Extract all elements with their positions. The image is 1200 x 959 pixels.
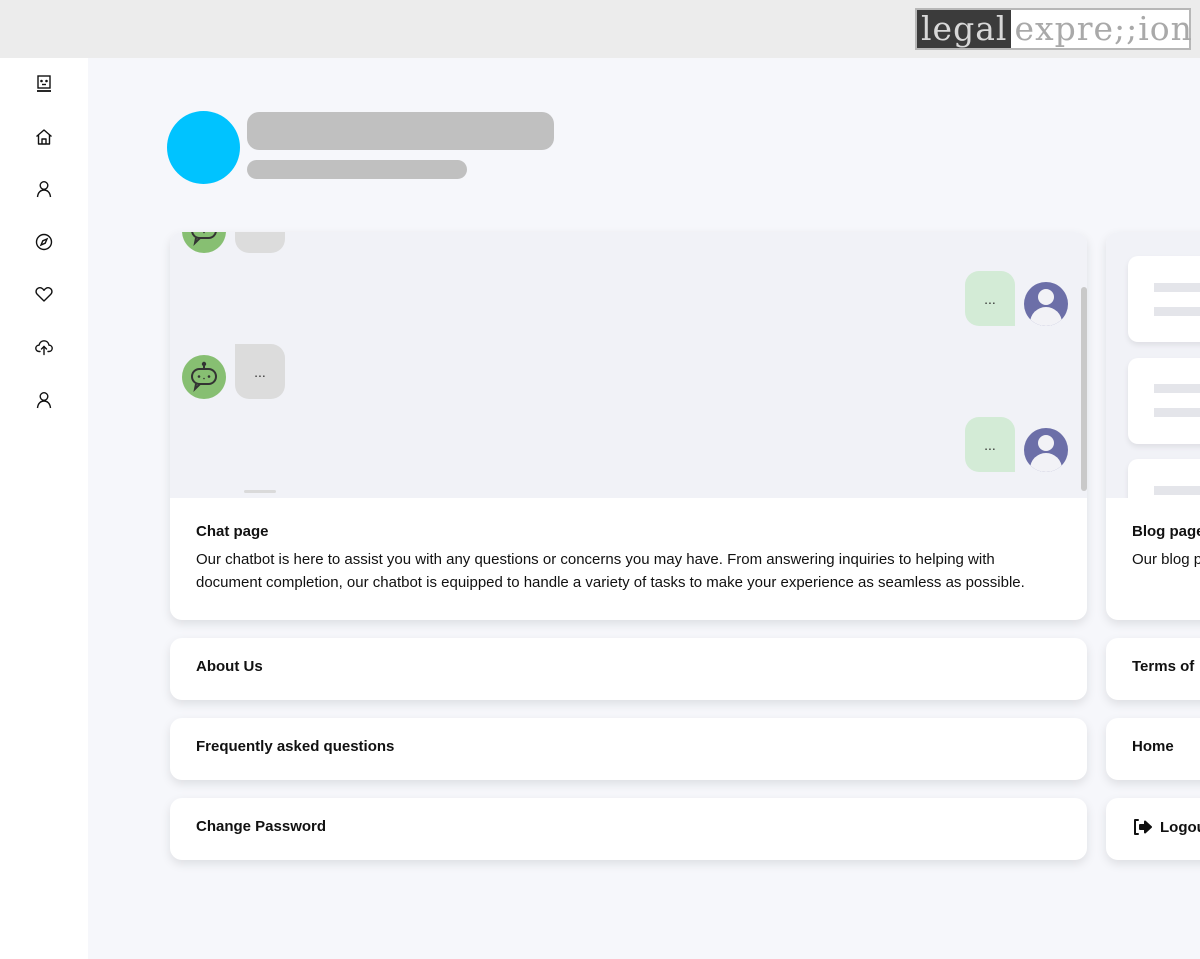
logout-card[interactable]: Logout bbox=[1106, 798, 1200, 860]
chat-preview: ... ... ... bbox=[170, 232, 1087, 498]
profile-name-redacted bbox=[247, 112, 554, 150]
blog-page-card[interactable]: Blog page Our blog p... to-date wit... bbox=[1106, 232, 1200, 620]
chat-card-text: Chat page Our chatbot is here to assist … bbox=[196, 523, 1057, 594]
chat-scrollbar[interactable] bbox=[1081, 287, 1087, 491]
heart-icon bbox=[35, 287, 53, 302]
blog-line bbox=[1154, 283, 1200, 292]
sidebar-item-bot[interactable] bbox=[32, 72, 56, 96]
chat-card-description: Our chatbot is here to assist you with a… bbox=[196, 551, 1025, 591]
profile-subtitle-redacted bbox=[247, 160, 467, 179]
robot-chat-icon bbox=[191, 232, 217, 247]
user-message-bubble: ... bbox=[965, 271, 1015, 326]
sidebar-item-home[interactable] bbox=[32, 125, 56, 149]
change-password-card[interactable]: Change Password bbox=[170, 798, 1087, 860]
logout-icon bbox=[1134, 819, 1152, 835]
home-card[interactable]: Home bbox=[1106, 718, 1200, 780]
blog-line bbox=[1154, 307, 1200, 316]
user-avatar bbox=[1024, 428, 1068, 472]
user-message-text: ... bbox=[984, 290, 996, 307]
sidebar-item-account[interactable] bbox=[32, 388, 56, 412]
terms-card[interactable]: Terms of bbox=[1106, 638, 1200, 700]
bot-avatar bbox=[182, 232, 226, 253]
user-icon bbox=[36, 392, 52, 409]
legal-expression-logo[interactable]: legal expre;;ion bbox=[915, 8, 1192, 50]
blog-preview-item bbox=[1128, 459, 1200, 498]
chat-card-title: Chat page bbox=[196, 523, 269, 540]
profile-avatar[interactable] bbox=[167, 111, 240, 184]
blog-preview-item bbox=[1128, 358, 1200, 444]
user-avatar-body bbox=[1030, 307, 1062, 326]
sidebar bbox=[0, 58, 88, 959]
bot-message-bubble bbox=[235, 232, 285, 253]
user-message-text: ... bbox=[984, 436, 996, 453]
user-avatar bbox=[1024, 282, 1068, 326]
bot-message-bubble: ... bbox=[235, 344, 285, 399]
logo-part-expression: expre;;ion bbox=[1014, 9, 1193, 48]
robot-face-icon bbox=[37, 75, 51, 92]
change-password-label: Change Password bbox=[196, 818, 327, 835]
faq-label: Frequently asked questions bbox=[196, 738, 395, 755]
user-avatar-body bbox=[1030, 453, 1062, 472]
logout-label: Logout bbox=[1160, 818, 1200, 836]
blog-preview-item bbox=[1128, 256, 1200, 342]
terms-label: Terms of bbox=[1132, 658, 1195, 675]
user-icon bbox=[36, 181, 52, 198]
bot-message-text: ... bbox=[254, 363, 266, 380]
blog-line bbox=[1154, 486, 1200, 495]
blog-line bbox=[1154, 408, 1200, 417]
faq-card[interactable]: Frequently asked questions bbox=[170, 718, 1087, 780]
logout-label-wrap: Logout bbox=[1132, 818, 1200, 836]
blog-card-description: Our blog p... to-date wit... bbox=[1132, 551, 1200, 568]
logo-part-legal: legal bbox=[917, 10, 1012, 48]
about-us-label: About Us bbox=[196, 658, 263, 675]
user-avatar-head bbox=[1038, 435, 1054, 451]
home-icon bbox=[36, 129, 52, 145]
user-avatar-head bbox=[1038, 289, 1054, 305]
robot-chat-icon bbox=[191, 361, 217, 393]
cloud-upload-icon bbox=[35, 340, 53, 356]
sidebar-item-favorites[interactable] bbox=[32, 282, 56, 306]
blog-card-title: Blog page bbox=[1132, 523, 1200, 540]
blog-line bbox=[1154, 384, 1200, 393]
sidebar-item-profile[interactable] bbox=[32, 177, 56, 201]
top-bar: legal expre;;ion bbox=[0, 0, 1200, 58]
bot-avatar bbox=[182, 355, 226, 399]
chat-page-card[interactable]: ... ... ... Chat page Our chatbot is her… bbox=[170, 232, 1087, 620]
blog-preview bbox=[1106, 232, 1200, 498]
sidebar-item-explore[interactable] bbox=[32, 230, 56, 254]
blog-card-text: Blog page Our blog p... to-date wit... bbox=[1132, 523, 1200, 571]
home-label: Home bbox=[1132, 738, 1174, 755]
about-us-card[interactable]: About Us bbox=[170, 638, 1087, 700]
next-message-hint bbox=[244, 490, 276, 493]
user-message-bubble: ... bbox=[965, 417, 1015, 472]
sidebar-item-upload[interactable] bbox=[32, 335, 56, 359]
compass-icon bbox=[35, 233, 53, 251]
